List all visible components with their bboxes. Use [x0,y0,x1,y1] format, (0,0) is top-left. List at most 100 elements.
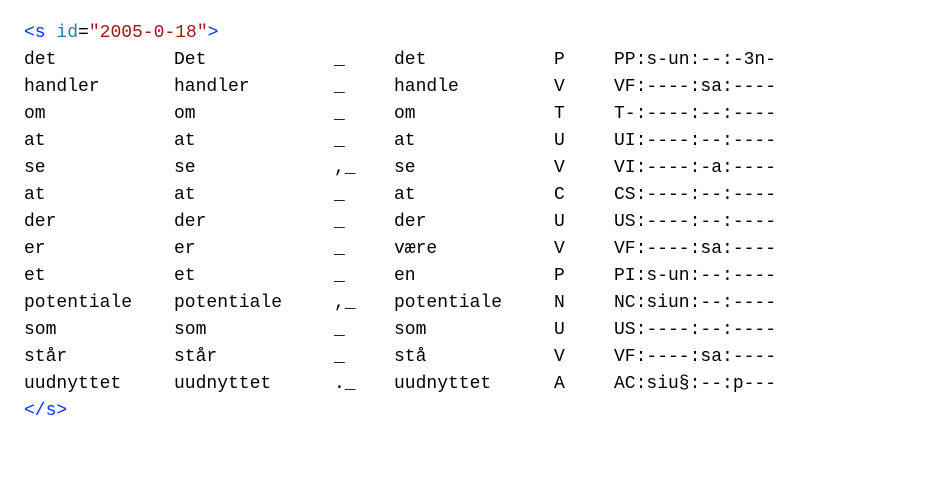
tag-open-bracket: <s [24,23,46,43]
token-col-5: T [554,101,614,128]
token-col-2: er [174,236,334,263]
token-col-5: V [554,236,614,263]
token-col-2: der [174,209,334,236]
token-col-5: P [554,47,614,74]
attr-id-name: id [56,23,78,43]
token-col-4: handle [394,74,554,101]
token-col-4: en [394,263,554,290]
token-row: atat_atUUI:----:--:---- [24,128,928,155]
token-col-2: at [174,128,334,155]
token-row: handlerhandler_handleVVF:----:sa:---- [24,74,928,101]
token-col-3: ,_ [334,155,394,182]
token-col-5: C [554,182,614,209]
token-col-4: der [394,209,554,236]
sentence-close-tag: </s> [24,398,928,425]
token-col-3: _ [334,344,394,371]
token-col-2: står [174,344,334,371]
token-col-1: det [24,47,174,74]
token-col-5: V [554,74,614,101]
token-col-4: se [394,155,554,182]
token-col-1: se [24,155,174,182]
token-col-1: at [24,182,174,209]
tag-close: </s> [24,401,67,421]
token-col-3: _ [334,182,394,209]
token-col-1: er [24,236,174,263]
token-col-3: _ [334,236,394,263]
token-row: etet_enPPI:s-un:--:---- [24,263,928,290]
token-col-1: uudnyttet [24,371,174,398]
token-row: sese,_seVVI:----:-a:---- [24,155,928,182]
attr-eq: = [78,23,89,43]
token-col-2: om [174,101,334,128]
token-col-1: der [24,209,174,236]
token-col-4: om [394,101,554,128]
token-col-2: Det [174,47,334,74]
token-col-2: handler [174,74,334,101]
token-col-3: _ [334,317,394,344]
token-col-2: uudnyttet [174,371,334,398]
token-col-6: VF:----:sa:---- [614,236,776,263]
token-col-4: det [394,47,554,74]
token-col-1: om [24,101,174,128]
token-col-2: som [174,317,334,344]
token-col-6: PI:s-un:--:---- [614,263,776,290]
token-col-6: AC:siu§:--:p--- [614,371,776,398]
token-col-6: UI:----:--:---- [614,128,776,155]
token-col-1: som [24,317,174,344]
token-col-3: _ [334,74,394,101]
token-col-6: CS:----:--:---- [614,182,776,209]
token-col-3: _ [334,263,394,290]
token-col-3: ._ [334,371,394,398]
token-col-4: som [394,317,554,344]
token-col-1: potentiale [24,290,174,317]
attr-id-value: "2005-0-18" [89,23,208,43]
token-row: atat_atCCS:----:--:---- [24,182,928,209]
sentence-open-tag: <s id="2005-0-18"> [24,20,928,47]
token-col-6: VF:----:sa:---- [614,74,776,101]
token-col-1: står [24,344,174,371]
token-row: potentialepotentiale,_potentialeNNC:siun… [24,290,928,317]
token-col-3: _ [334,47,394,74]
token-col-5: P [554,263,614,290]
token-col-6: T-:----:--:---- [614,101,776,128]
token-col-6: US:----:--:---- [614,317,776,344]
token-col-2: potentiale [174,290,334,317]
token-col-5: A [554,371,614,398]
token-row: detDet_detPPP:s-un:--:-3n- [24,47,928,74]
token-row: stårstår_ståVVF:----:sa:---- [24,344,928,371]
token-col-2: se [174,155,334,182]
token-col-6: PP:s-un:--:-3n- [614,47,776,74]
token-col-5: U [554,209,614,236]
token-col-6: VF:----:sa:---- [614,344,776,371]
token-col-6: NC:siun:--:---- [614,290,776,317]
token-col-4: være [394,236,554,263]
token-rows: detDet_detPPP:s-un:--:-3n-handlerhandler… [24,47,928,398]
token-col-4: uudnyttet [394,371,554,398]
token-row: erer_væreVVF:----:sa:---- [24,236,928,263]
tag-open-close-bracket: > [208,23,219,43]
token-col-3: _ [334,128,394,155]
token-row: omom_omTT-:----:--:---- [24,101,928,128]
token-row: derder_derUUS:----:--:---- [24,209,928,236]
token-col-4: stå [394,344,554,371]
token-row: uudnyttetuudnyttet._uudnyttetAAC:siu§:--… [24,371,928,398]
token-col-3: _ [334,209,394,236]
token-col-2: at [174,182,334,209]
token-col-4: at [394,182,554,209]
token-col-4: potentiale [394,290,554,317]
token-col-5: N [554,290,614,317]
token-col-6: VI:----:-a:---- [614,155,776,182]
token-col-1: et [24,263,174,290]
token-row: somsom_somUUS:----:--:---- [24,317,928,344]
token-col-4: at [394,128,554,155]
token-col-2: et [174,263,334,290]
token-col-5: V [554,155,614,182]
token-col-1: at [24,128,174,155]
token-col-6: US:----:--:---- [614,209,776,236]
token-col-1: handler [24,74,174,101]
token-col-3: _ [334,101,394,128]
token-col-5: U [554,128,614,155]
token-col-3: ,_ [334,290,394,317]
token-col-5: U [554,317,614,344]
token-col-5: V [554,344,614,371]
